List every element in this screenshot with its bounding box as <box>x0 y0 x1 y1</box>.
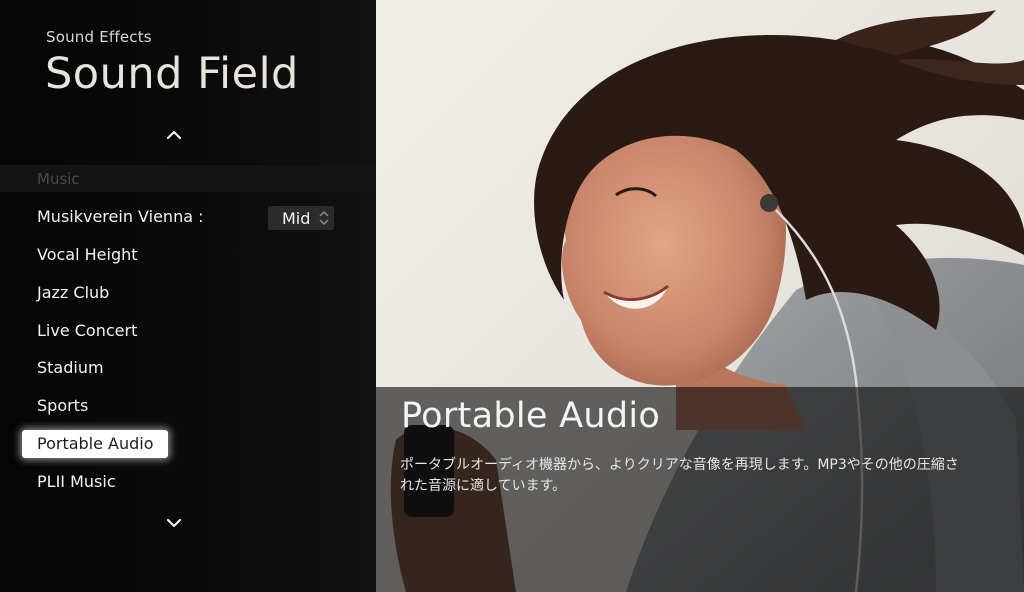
menu-item-plii-music[interactable]: PLII Music <box>37 472 116 491</box>
musikverein-value-selector[interactable]: Mid <box>268 206 334 230</box>
musikverein-value: Mid <box>282 209 311 228</box>
breadcrumb-sound-effects: Sound Effects <box>46 28 152 46</box>
menu-item-live-concert[interactable]: Live Concert <box>37 321 137 340</box>
menu-item-stadium[interactable]: Stadium <box>37 358 104 377</box>
menu-item-jazz-club[interactable]: Jazz Club <box>37 283 109 302</box>
chevron-down-icon[interactable] <box>162 514 186 532</box>
category-label: Music <box>37 170 80 188</box>
menu-item-sports[interactable]: Sports <box>37 396 88 415</box>
page-title: Sound Field <box>45 49 299 99</box>
menu-item-musikverein-vienna[interactable]: Musikverein Vienna : <box>37 207 204 226</box>
preview-title: Portable Audio <box>401 396 661 436</box>
menu-item-vocal-height[interactable]: Vocal Height <box>37 245 138 264</box>
sound-field-menu-panel: Sound Effects Sound Field Music Musikver… <box>0 0 376 592</box>
updown-stepper-icon <box>319 210 329 226</box>
category-header-music: Music <box>0 165 376 192</box>
chevron-up-icon[interactable] <box>162 126 186 144</box>
menu-item-portable-audio[interactable]: Portable Audio <box>22 430 168 458</box>
preview-description: ポータブルオーディオ機器から、よりクリアな音像を再現します。MP3やその他の圧縮… <box>400 457 959 494</box>
sound-mode-preview: Portable Audio ポータブルオーディオ機器から、よりクリアな音像を再… <box>376 0 1024 592</box>
